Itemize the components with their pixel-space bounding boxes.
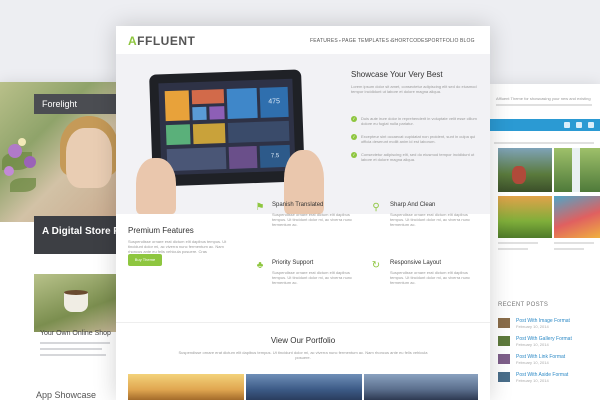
feature-text: Suspendisse ornare erat dictum elit dapi… bbox=[272, 270, 353, 285]
feature-text: Suspendisse ornare erat dictum elit dapi… bbox=[272, 212, 353, 227]
rss-icon[interactable] bbox=[588, 122, 594, 128]
nav-features[interactable]: FEATURES▾ bbox=[310, 38, 341, 44]
portfolio-title: View Our Portfolio bbox=[270, 336, 336, 345]
post-date: February 10, 2014 bbox=[516, 378, 549, 383]
forelight-theme-preview[interactable]: Forelight A Digital Store Fo bbox=[0, 82, 122, 400]
hero-check-text: Duis aute irure dolor in reprehenderit i… bbox=[361, 116, 477, 126]
post-thumbnail[interactable] bbox=[498, 196, 552, 238]
right-theme-preview[interactable]: Affluent Theme for showcasing your new a… bbox=[490, 84, 600, 400]
text-line bbox=[40, 354, 106, 356]
text-line bbox=[40, 342, 110, 344]
forelight-section-title: App Showcase bbox=[36, 390, 97, 400]
feature-title: Responsive Layout bbox=[390, 260, 442, 266]
post-date: February 10, 2014 bbox=[516, 324, 549, 329]
balloon-thumbnail[interactable] bbox=[554, 196, 600, 238]
nav-page-templates[interactable]: PAGE TEMPLATES▾ bbox=[342, 38, 392, 44]
portfolio-image[interactable] bbox=[128, 374, 244, 400]
portfolio-image[interactable] bbox=[364, 374, 478, 400]
hero-title: Showcase Your Very Best bbox=[351, 70, 443, 79]
text-line bbox=[40, 348, 102, 350]
refresh-icon: ↻ bbox=[371, 260, 381, 271]
forelight-banner-title: A Digital Store Fo bbox=[34, 216, 122, 254]
forelight-shop-photo bbox=[34, 274, 122, 332]
post-thumb[interactable] bbox=[498, 372, 510, 382]
buy-theme-button[interactable]: Buy Theme bbox=[128, 254, 162, 266]
post-date: February 10, 2014 bbox=[516, 342, 549, 347]
waterfall-thumbnail[interactable] bbox=[554, 148, 600, 192]
tablet-number: 475 bbox=[259, 86, 289, 118]
post-thumb[interactable] bbox=[498, 354, 510, 364]
feature-title: Spanish Translated bbox=[272, 202, 324, 208]
section-divider bbox=[116, 322, 490, 323]
recent-posts-heading: RECENT POSTS bbox=[498, 302, 549, 308]
feature-text: Suspendisse ornare erat dictum elit dapi… bbox=[390, 212, 471, 227]
check-icon: ✓ bbox=[351, 116, 357, 122]
feature-title: Sharp And Clean bbox=[390, 202, 436, 208]
twitter-icon[interactable] bbox=[576, 122, 582, 128]
premium-features-title: Premium Features bbox=[128, 226, 194, 235]
nav-blog[interactable]: BLOG bbox=[460, 38, 475, 44]
left-hand bbox=[136, 158, 176, 214]
post-date: February 10, 2014 bbox=[516, 360, 549, 365]
right-social-bar bbox=[490, 119, 600, 131]
portfolio-text: Suspendisse ornare erat dictum elit dapi… bbox=[178, 350, 428, 360]
support-icon: ♣ bbox=[256, 260, 264, 271]
right-intro-text: Affluent Theme for showcasing your new a… bbox=[496, 96, 591, 101]
nav-portfolio[interactable]: PORTFOLIO bbox=[428, 38, 459, 44]
forelight-logo[interactable]: Forelight bbox=[34, 94, 122, 114]
feature-title: Priority Support bbox=[272, 260, 314, 266]
hero-check-text: Consectetur adipiscing elit, sed do eius… bbox=[361, 152, 475, 162]
check-icon: ✓ bbox=[351, 134, 357, 140]
hero-check-text: Excepteur sint occaecat cupidatat non pr… bbox=[361, 134, 476, 144]
hero-text: Lorem ipsum dolor sit amet, consectetur … bbox=[351, 84, 477, 94]
portfolio-image[interactable] bbox=[246, 374, 362, 400]
affluent-logo[interactable]: AFFLUENT bbox=[128, 34, 195, 48]
flag-icon: ⚑ bbox=[255, 202, 265, 213]
chevron-down-icon: ▾ bbox=[338, 38, 342, 43]
facebook-icon[interactable] bbox=[564, 122, 570, 128]
hero-section: 475 7.5 Showcase Your Very Best Lorem ip… bbox=[116, 54, 490, 214]
forelight-shop-title: Your Own Online Shop bbox=[40, 330, 111, 337]
post-thumbnail[interactable] bbox=[498, 148, 552, 192]
post-thumb[interactable] bbox=[498, 336, 510, 346]
pin-icon: ⚲ bbox=[372, 202, 380, 213]
affluent-theme-preview[interactable]: AFFLUENT FEATURES▾ PAGE TEMPLATES▾ SHORT… bbox=[116, 26, 490, 400]
nav-shortcodes[interactable]: SHORTCODES bbox=[391, 38, 428, 44]
check-icon: ✓ bbox=[351, 152, 357, 158]
post-thumb[interactable] bbox=[498, 318, 510, 328]
feature-text: Suspendisse ornare erat dictum elit dapi… bbox=[390, 270, 471, 285]
